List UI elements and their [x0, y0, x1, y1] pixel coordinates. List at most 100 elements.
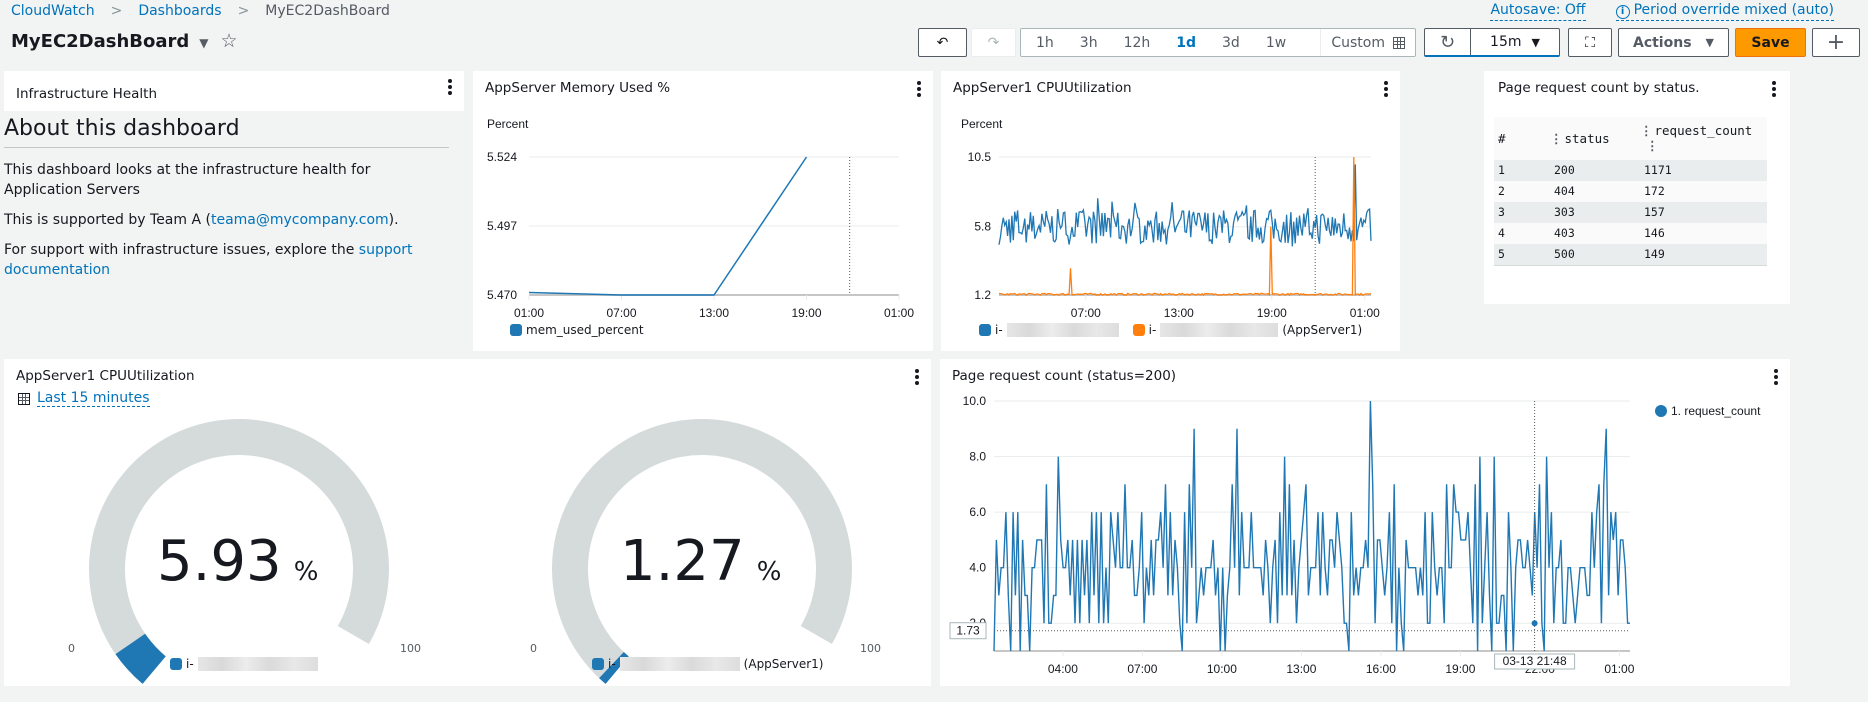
chart-legend[interactable]: mem_used_percent	[510, 323, 644, 337]
table-cell: 2	[1494, 181, 1546, 202]
range-3h[interactable]: 3h	[1067, 29, 1111, 56]
cpu-chart[interactable]: Percent 10.5 5.8 1.2 07:00 13:00 19:00 01:00	[941, 71, 1400, 351]
legend-label: 1. request_count	[1671, 404, 1761, 418]
legend-label: i-	[1148, 323, 1157, 337]
column-header[interactable]: ⋮ request_count ⋮	[1636, 117, 1767, 160]
redo-button[interactable]: ↷	[971, 28, 1016, 57]
y-tick-label: 5.524	[487, 150, 517, 164]
legend-label: i-	[608, 657, 616, 671]
y-tick-label: 5.470	[487, 288, 517, 302]
actions-label: Actions	[1632, 34, 1692, 51]
column-resize-handle[interactable]: ⋮	[1550, 131, 1563, 146]
widget-menu-icon[interactable]	[1772, 81, 1776, 97]
x-tick-label: 13:00	[1164, 306, 1194, 320]
star-icon[interactable]: ☆	[221, 30, 238, 52]
table-row: 3 303 157	[1494, 202, 1767, 223]
table-row: 1 200 1171	[1494, 160, 1767, 181]
y-tick-label: 1.2	[974, 288, 991, 302]
range-3d[interactable]: 3d	[1209, 29, 1253, 56]
chart-legend[interactable]: i- i- (AppServer1)	[979, 323, 1362, 337]
text-widget-header: Infrastructure Health	[4, 71, 464, 111]
column-label: status	[1564, 130, 1610, 146]
table-cell: 5	[1494, 244, 1546, 266]
table-header-row: # ⋮ status ⋮ request_count ⋮	[1494, 117, 1767, 160]
range-1w[interactable]: 1w	[1253, 29, 1299, 56]
series-line-request-count	[993, 400, 1630, 652]
table-cell: 303	[1546, 202, 1636, 223]
refresh-interval-value: 15m	[1490, 34, 1522, 50]
page-title-bar: MyEC2DashBoard ▼ ☆	[11, 30, 238, 52]
custom-label: Custom	[1331, 34, 1385, 51]
legend-swatch	[1132, 324, 1145, 336]
breadcrumb-dashboards[interactable]: Dashboards	[138, 3, 221, 19]
table-row: 5 500 149	[1494, 244, 1767, 266]
chevron-right-icon: >	[110, 3, 123, 19]
y-tick-label: 6.0	[969, 505, 986, 519]
table-cell: 1	[1494, 160, 1546, 181]
undo-button[interactable]: ↶	[918, 28, 967, 57]
status-table: # ⋮ status ⋮ request_count ⋮ 1 200 1171 2 404 1…	[1494, 117, 1767, 266]
refresh-icon: ↻	[1439, 31, 1456, 53]
table-cell: 149	[1636, 244, 1767, 266]
x-tick-label: 13:00	[1286, 662, 1316, 676]
text-widget-body: About this dashboard This dashboard look…	[4, 113, 449, 290]
x-tick-label: 19:00	[791, 306, 821, 320]
gauge-value-number: 5.93	[157, 529, 282, 594]
text-fragment: This is supported by Team A (	[4, 212, 211, 228]
redacted-instance-id	[197, 657, 318, 671]
text-heading: About this dashboard	[4, 113, 449, 148]
range-custom[interactable]: Custom	[1320, 29, 1415, 56]
y-tick-label: 5.8	[974, 220, 991, 234]
legend-swatch	[170, 658, 182, 670]
gauge-widget: AppServer1 CPUUtilization Last 15 minute…	[4, 359, 931, 686]
widget-menu-icon[interactable]	[448, 79, 452, 95]
header-links: Autosave: Off i Period override mixed (au…	[1490, 2, 1834, 21]
gauge-legend[interactable]: i- (AppServer1)	[592, 657, 823, 671]
range-1d[interactable]: 1d	[1163, 29, 1209, 56]
team-email-link[interactable]: teama@mycompany.com	[211, 212, 389, 228]
table-cell: 404	[1546, 181, 1636, 202]
range-1h[interactable]: 1h	[1021, 29, 1067, 56]
text-paragraph: This dashboard looks at the infrastructu…	[4, 162, 371, 198]
refresh-button[interactable]: ↻	[1425, 29, 1471, 55]
gauge-value-number: 1.27	[620, 529, 745, 594]
y-tick-label: 10.0	[963, 394, 987, 408]
period-override-link[interactable]: i Period override mixed (auto)	[1615, 2, 1834, 21]
gauge-unit: %	[293, 557, 319, 587]
text-paragraph: This is supported by Team A (teama@mycom…	[4, 210, 449, 230]
column-header[interactable]: ⋮ status	[1546, 117, 1636, 160]
actions-dropdown[interactable]: Actions ▼	[1618, 28, 1729, 57]
column-resize-handle[interactable]: ⋮	[1646, 138, 1659, 153]
refresh-control: ↻ 15m ▼	[1424, 28, 1560, 57]
column-header[interactable]: #	[1494, 117, 1546, 160]
chart-legend[interactable]: 1. request_count	[1655, 404, 1760, 418]
table-cell: 3	[1494, 202, 1546, 223]
add-widget-button[interactable]: +	[1812, 28, 1860, 57]
gauge-legend[interactable]: i-	[170, 657, 318, 671]
column-resize-handle[interactable]: ⋮	[1640, 123, 1653, 138]
gauge-value: 5.93%	[157, 529, 318, 594]
legend-label: i-	[995, 323, 1003, 337]
x-tick-label: 07:00	[1127, 662, 1157, 676]
table-cell: 4	[1494, 223, 1546, 244]
refresh-interval-dropdown[interactable]: 15m ▼	[1471, 29, 1559, 55]
fullscreen-button[interactable]: ⛶	[1568, 28, 1612, 57]
range-12h[interactable]: 12h	[1111, 29, 1164, 56]
legend-label: i-	[186, 657, 194, 671]
caret-down-icon: ▼	[1531, 35, 1540, 49]
memory-chart[interactable]: Percent 5.524 5.497 5.470 01:00 07:00 13:00 19:…	[473, 71, 933, 351]
fullscreen-icon: ⛶	[1585, 34, 1595, 51]
y-tick-label: 5.497	[487, 219, 517, 233]
breadcrumb-cloudwatch[interactable]: CloudWatch	[11, 3, 95, 19]
page-title: MyEC2DashBoard	[11, 30, 190, 52]
autosave-toggle[interactable]: Autosave: Off	[1490, 2, 1586, 21]
caret-down-icon[interactable]: ▼	[199, 36, 208, 50]
time-range-selector: 1h 3h 12h 1d 3d 1w Custom	[1020, 28, 1416, 57]
legend-swatch	[979, 324, 991, 336]
save-button[interactable]: Save	[1735, 28, 1806, 57]
y-tick-label: 10.5	[968, 150, 992, 164]
redacted-instance-id	[619, 657, 740, 671]
gauge-max-label: 100	[400, 642, 421, 655]
redo-icon: ↷	[987, 34, 1000, 51]
cpu-widget: AppServer1 CPUUtilization Percent 10.5 5.8…	[941, 71, 1400, 351]
